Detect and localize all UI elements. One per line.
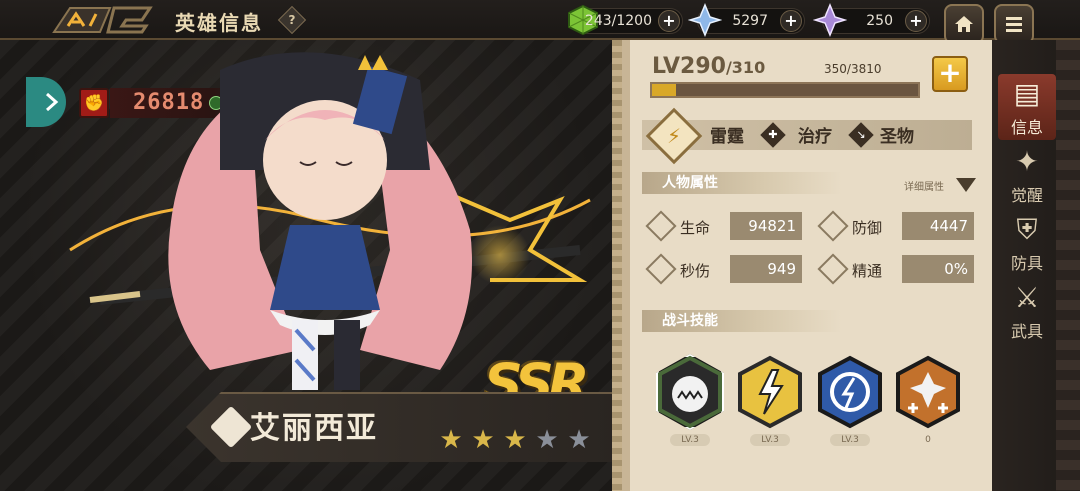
skills-header: 战斗技能: [642, 310, 842, 332]
help-icon: ?: [288, 13, 296, 27]
chevron-right-icon: [46, 92, 59, 112]
exp-bar: [650, 82, 920, 98]
skill-slot-1[interactable]: [656, 354, 724, 430]
purple-crystal-icon: [813, 3, 847, 37]
star-filled-icon: ★: [439, 425, 463, 455]
hero-portrait: [69, 52, 591, 390]
skill-level-2: LV.3: [750, 434, 790, 446]
skill-slot-4[interactable]: [894, 354, 962, 430]
skill-slot-2[interactable]: [736, 354, 804, 430]
book-icon: ▤: [1013, 77, 1041, 110]
storm-skill-icon: [818, 355, 882, 429]
stat-label-mastery: 精通: [852, 262, 883, 280]
purple-crystal-resource: 250 +: [813, 3, 930, 37]
hero-name: 艾丽西亚: [250, 411, 378, 446]
stat-value-mastery: 0%: [902, 255, 974, 283]
purple-crystal-value: 250: [866, 13, 893, 29]
relic-type-icon: ↘: [848, 122, 874, 148]
stat-label-dps: 秒伤: [680, 262, 711, 280]
add-blue-crystal-button[interactable]: +: [780, 10, 802, 32]
game-logo: [52, 6, 153, 34]
blue-crystal-icon: [688, 3, 722, 37]
sidebar-item-armor[interactable]: ⛨ 防具: [998, 210, 1056, 276]
blue-crystal-value: 5297: [732, 13, 768, 29]
skill-level-3: LV.3: [830, 434, 870, 446]
sidebar-item-weapon[interactable]: ⚔ 武具: [998, 278, 1056, 344]
sidebar-edge: [1056, 40, 1080, 491]
sidebar-label-weapon: 武具: [1010, 322, 1043, 341]
home-icon: [955, 16, 973, 32]
stat-value-hp: 94821: [730, 212, 802, 240]
sidebar-label-armor: 防具: [1010, 254, 1043, 273]
exp-bar-fill: [652, 84, 677, 96]
level-up-button[interactable]: +: [932, 56, 968, 92]
tag-role: 治疗: [798, 127, 832, 147]
awaken-icon: ✦: [1015, 145, 1039, 178]
level-current: LV290: [652, 54, 726, 79]
stat-value-dps: 949: [730, 255, 802, 283]
menu-button[interactable]: [994, 4, 1034, 44]
star-rating: ★ ★ ★ ★ ★: [436, 425, 594, 455]
level-max: /310: [725, 58, 766, 77]
level-display: LV290/310: [652, 54, 765, 79]
menu-icon: [1006, 17, 1022, 32]
weapon-icon: ⚔: [1014, 281, 1040, 314]
sidebar-label-awaken: 觉醒: [1010, 186, 1043, 205]
home-button[interactable]: [944, 4, 984, 44]
skill-slot-3[interactable]: [816, 354, 884, 430]
skill-level-1: LV.3: [670, 434, 710, 446]
star-empty-icon: ★: [567, 425, 591, 455]
lightning-skill-icon: [738, 355, 802, 429]
sidebar-item-info[interactable]: ▤ 信息: [998, 74, 1056, 140]
tag-element: 雷霆: [710, 127, 744, 147]
attributes-header: 人物属性: [642, 172, 842, 194]
heal-role-icon: ✚: [760, 122, 786, 148]
armor-icon: ⛨: [1016, 213, 1038, 246]
stat-value-def: 4447: [902, 212, 974, 240]
tag-type: 圣物: [880, 127, 914, 147]
sidebar-label-info: 信息: [1010, 118, 1043, 137]
stat-label-def: 防御: [852, 219, 883, 237]
stamina-resource: 243/1200 +: [568, 4, 683, 36]
stamina-value: 243/1200: [584, 13, 652, 29]
hero-info-screen: 英雄信息 ? 243/1200 + 5297 + 250 + ✊ 26818 S…: [0, 0, 1080, 491]
stat-label-hp: 生命: [680, 219, 711, 237]
add-purple-crystal-button[interactable]: +: [905, 10, 927, 32]
add-stamina-button[interactable]: +: [658, 10, 680, 32]
detail-attributes-link[interactable]: 详细属性: [904, 178, 944, 193]
page-title: 英雄信息: [175, 11, 263, 35]
monster-skill-icon: [658, 355, 722, 429]
skill-level-4: 0: [925, 435, 931, 445]
exp-text: 350/3810: [824, 62, 882, 76]
sidebar-item-awaken[interactable]: ✦ 觉醒: [998, 142, 1056, 208]
blue-crystal-resource: 5297 +: [688, 3, 805, 37]
star-filled-icon: ★: [503, 425, 527, 455]
star-filled-icon: ★: [471, 425, 495, 455]
star-empty-icon: ★: [535, 425, 559, 455]
heal-skill-icon: [896, 355, 960, 429]
